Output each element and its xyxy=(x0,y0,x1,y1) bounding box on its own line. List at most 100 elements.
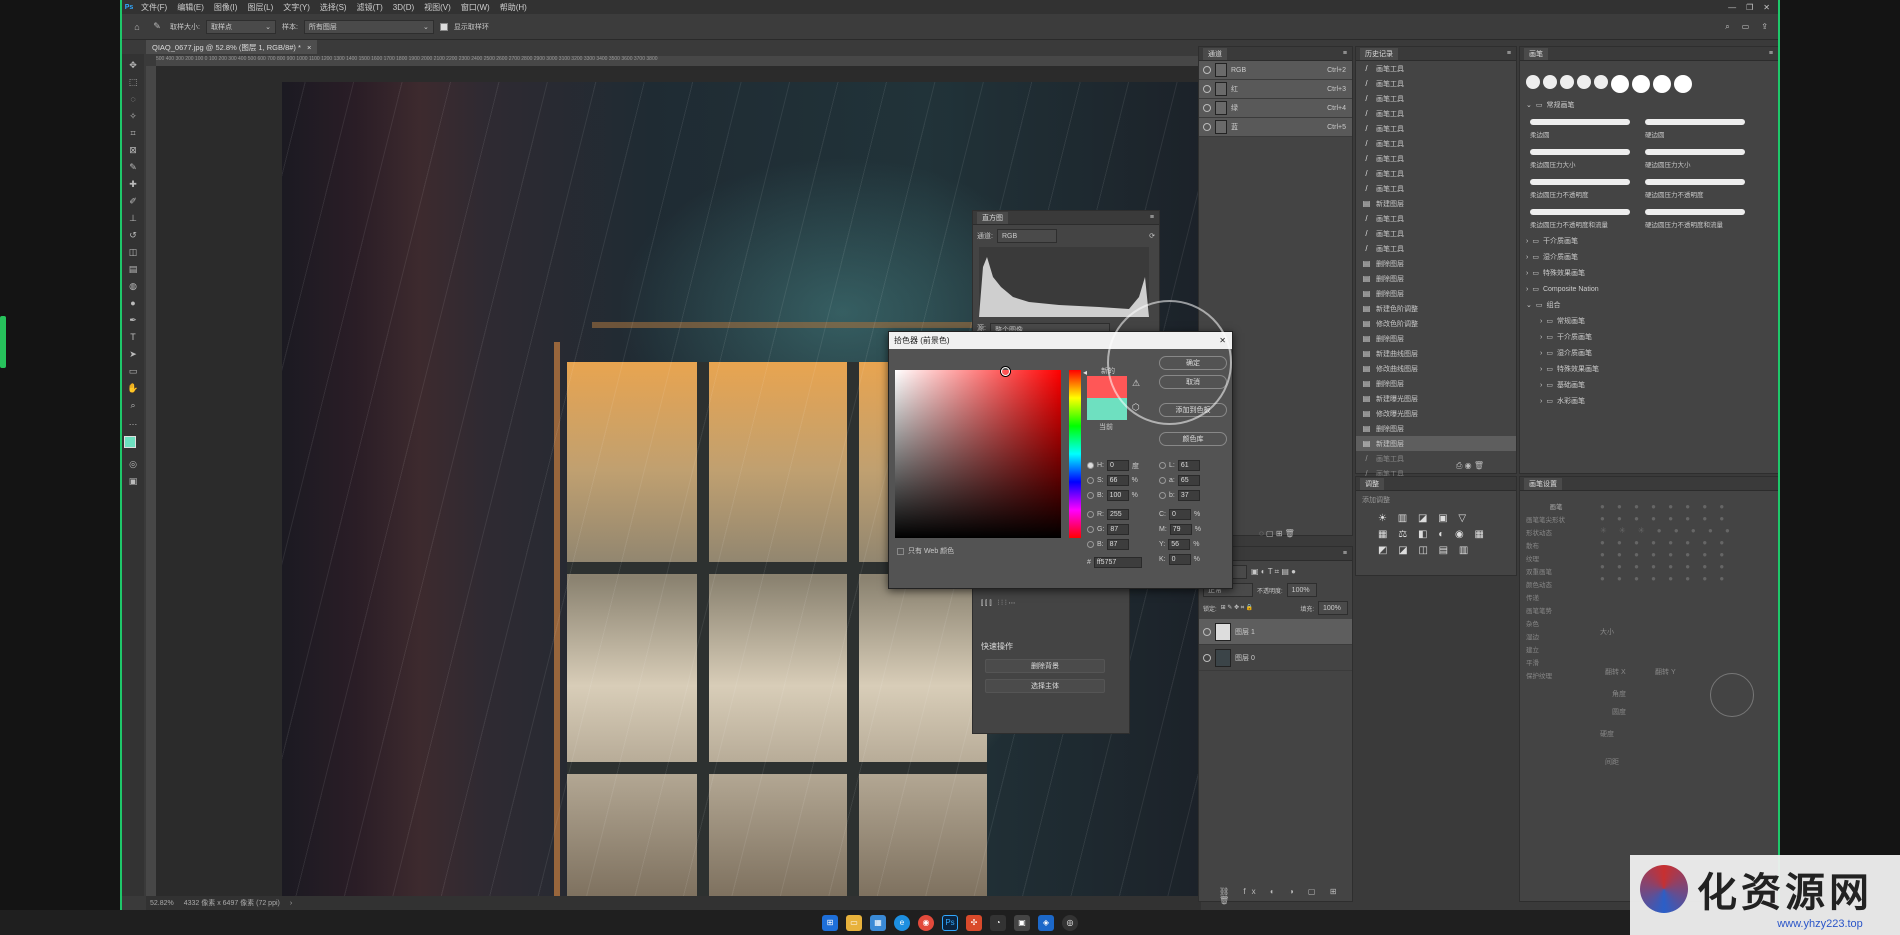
menu-type[interactable]: 文字(Y) xyxy=(278,2,315,13)
brush-group[interactable]: ⌄ ▭ 组合 xyxy=(1520,297,1778,313)
history-item[interactable]: ▤ 新建曝光图层 xyxy=(1356,391,1516,406)
path-select-icon[interactable]: ➤ xyxy=(126,347,140,361)
menu-view[interactable]: 视图(V) xyxy=(419,2,456,13)
eye-icon[interactable] xyxy=(1203,66,1211,74)
setting-item[interactable]: 保护纹理 xyxy=(1526,670,1586,683)
layer-name[interactable]: 图层 0 xyxy=(1235,653,1255,663)
brush-subgroup[interactable]: › ▭ 湿介质画笔 xyxy=(1520,345,1778,361)
shape-tool-icon[interactable]: ▭ xyxy=(126,364,140,378)
channel-row[interactable]: RGB Ctrl+2 xyxy=(1199,61,1352,80)
menu-3d[interactable]: 3D(D) xyxy=(388,3,419,12)
history-brush-icon[interactable]: ↺ xyxy=(126,228,140,242)
history-item[interactable]: ▤ 修改曝光图层 xyxy=(1356,406,1516,421)
channel-footer-icons[interactable]: ◌ ▢ ⊞ 🗑 xyxy=(1259,529,1295,538)
history-item[interactable]: / 画笔工具 xyxy=(1356,181,1516,196)
tab-adjustments[interactable]: 调整 xyxy=(1360,477,1384,490)
channel-row[interactable]: 绿 Ctrl+4 xyxy=(1199,99,1352,118)
brush-button[interactable]: 画笔 xyxy=(1526,501,1586,514)
m-input[interactable]: 79 xyxy=(1169,524,1192,535)
app3-icon[interactable]: ◈ xyxy=(1038,914,1054,931)
channel-row[interactable]: 蓝 Ctrl+5 xyxy=(1199,118,1352,137)
layer-row[interactable]: 图层 0 xyxy=(1199,645,1352,671)
healing-brush-icon[interactable]: ✚ xyxy=(126,177,140,191)
document-tab[interactable]: QIAQ_0677.jpg @ 52.8% (图层 1, RGB/8#) * × xyxy=(146,40,318,54)
history-item[interactable]: ▤ 删除图层 xyxy=(1356,421,1516,436)
brush-subgroup[interactable]: › ▭ 基础画笔 xyxy=(1520,377,1778,393)
blur-tool-icon[interactable]: ◍ xyxy=(126,279,140,293)
history-item[interactable]: ▤ 删除图层 xyxy=(1356,331,1516,346)
windows-start-icon[interactable]: ⊞ xyxy=(822,914,838,931)
foreground-color[interactable] xyxy=(124,436,136,448)
setting-item[interactable]: 纹理 xyxy=(1526,553,1586,566)
sample-select[interactable]: 所有图层 ⌄ xyxy=(303,19,434,34)
menu-file[interactable]: 文件(F) xyxy=(136,2,172,13)
zoom-tool-icon[interactable]: ⌕ xyxy=(126,398,140,412)
angle-roundness-dial[interactable] xyxy=(1710,673,1754,717)
fill-field[interactable]: 100% xyxy=(1318,601,1348,615)
history-item[interactable]: / 画笔工具 xyxy=(1356,106,1516,121)
close-tab-icon[interactable]: × xyxy=(307,43,311,52)
history-item[interactable]: / 画笔工具 xyxy=(1356,451,1516,466)
remove-background-button[interactable]: 删除背景 xyxy=(985,659,1105,673)
saturation-brightness-field[interactable] xyxy=(895,367,1061,538)
eye-icon[interactable] xyxy=(1203,653,1211,662)
app-icon[interactable]: ✣ xyxy=(966,914,982,931)
history-item[interactable]: ▤ 删除图层 xyxy=(1356,271,1516,286)
brush-subgroup[interactable]: › ▭ 干介质画笔 xyxy=(1520,329,1778,345)
share-icon[interactable]: ⇪ xyxy=(1761,22,1768,32)
stamp-tool-icon[interactable]: ⊥ xyxy=(126,211,140,225)
brush-tool-icon[interactable]: ✐ xyxy=(126,194,140,208)
r-input[interactable]: 255 xyxy=(1107,509,1129,520)
menu-filter[interactable]: 滤镜(T) xyxy=(352,2,388,13)
history-item[interactable]: / 画笔工具 xyxy=(1356,61,1516,76)
tab-channels[interactable]: 通道 xyxy=(1203,47,1227,60)
tab-history[interactable]: 历史记录 xyxy=(1360,47,1398,60)
tab-histogram[interactable]: 直方图 xyxy=(977,211,1008,224)
g-input[interactable]: 87 xyxy=(1107,524,1130,535)
magic-wand-icon[interactable]: ✧ xyxy=(126,109,140,123)
spacing-label[interactable]: 间距 xyxy=(1605,757,1619,767)
chevron-right-icon[interactable]: › xyxy=(290,900,292,907)
panel-menu-icon[interactable]: ≡ xyxy=(1145,213,1159,222)
s-radio[interactable] xyxy=(1087,477,1094,484)
setting-item[interactable]: 画笔笔尖形状 xyxy=(1526,514,1586,527)
eraser-tool-icon[interactable]: ◫ xyxy=(126,245,140,259)
refresh-icon[interactable]: ⟳ xyxy=(1149,232,1155,240)
setting-item[interactable]: 传递 xyxy=(1526,592,1586,605)
setting-item[interactable]: 杂色 xyxy=(1526,618,1586,631)
recent-brush-tips[interactable] xyxy=(1520,61,1778,97)
eye-icon[interactable] xyxy=(1203,104,1211,112)
quick-mask-icon[interactable]: ◎ xyxy=(126,457,140,471)
flip-x-label[interactable]: 翻转 X xyxy=(1605,667,1626,677)
y-input[interactable]: 56 xyxy=(1168,539,1191,550)
edge-icon[interactable]: e xyxy=(894,914,910,931)
zoom-level[interactable]: 52.82% xyxy=(150,900,174,907)
brush-subgroup[interactable]: › ▭ 常规画笔 xyxy=(1520,313,1778,329)
history-item[interactable]: ▤ 删除图层 xyxy=(1356,376,1516,391)
alignment-icons[interactable]: ⫿ ⫿ ⫿ ⫶ ⫶ ⫶ ⋯ xyxy=(981,599,1016,608)
layer-footer-icons[interactable]: ⛓ fx ◐ ◑ ▢ ⊞ 🗑 xyxy=(1219,887,1352,905)
hue-slider[interactable] xyxy=(1069,370,1081,538)
opacity-field[interactable]: 100% xyxy=(1286,583,1317,597)
menu-window[interactable]: 窗口(W) xyxy=(456,2,495,13)
lb-input[interactable]: 37 xyxy=(1177,490,1200,501)
hand-tool-icon[interactable]: ✋ xyxy=(126,381,140,395)
menu-image[interactable]: 图像(I) xyxy=(209,2,243,13)
brush-settings-list[interactable]: 画笔 画笔笔尖形状 形状动态 散布 纹理 双重画笔 颜色动态 传递 画笔笔势 杂… xyxy=(1526,501,1586,683)
s-input[interactable]: 66 xyxy=(1106,475,1129,486)
home-icon[interactable]: ⌂ xyxy=(130,20,144,34)
more-tools-icon[interactable]: … xyxy=(126,415,140,429)
web-colors-checkbox[interactable] xyxy=(897,547,904,555)
eyedropper-tool-icon[interactable]: ✎ xyxy=(150,20,164,34)
history-item[interactable]: / 画笔工具 xyxy=(1356,241,1516,256)
eye-icon[interactable] xyxy=(1203,123,1211,131)
l-input[interactable]: 61 xyxy=(1177,460,1200,471)
a-input[interactable]: 65 xyxy=(1177,475,1200,486)
h-radio[interactable] xyxy=(1087,462,1094,469)
history-item[interactable]: / 画笔工具 xyxy=(1356,91,1516,106)
hex-input[interactable]: ff5757 xyxy=(1093,557,1142,568)
app2-icon[interactable]: ▣ xyxy=(1014,914,1030,931)
bv-radio[interactable] xyxy=(1087,541,1094,548)
brush-group[interactable]: › ▭ Composite Nation xyxy=(1520,281,1778,297)
c-input[interactable]: 0 xyxy=(1169,509,1191,520)
